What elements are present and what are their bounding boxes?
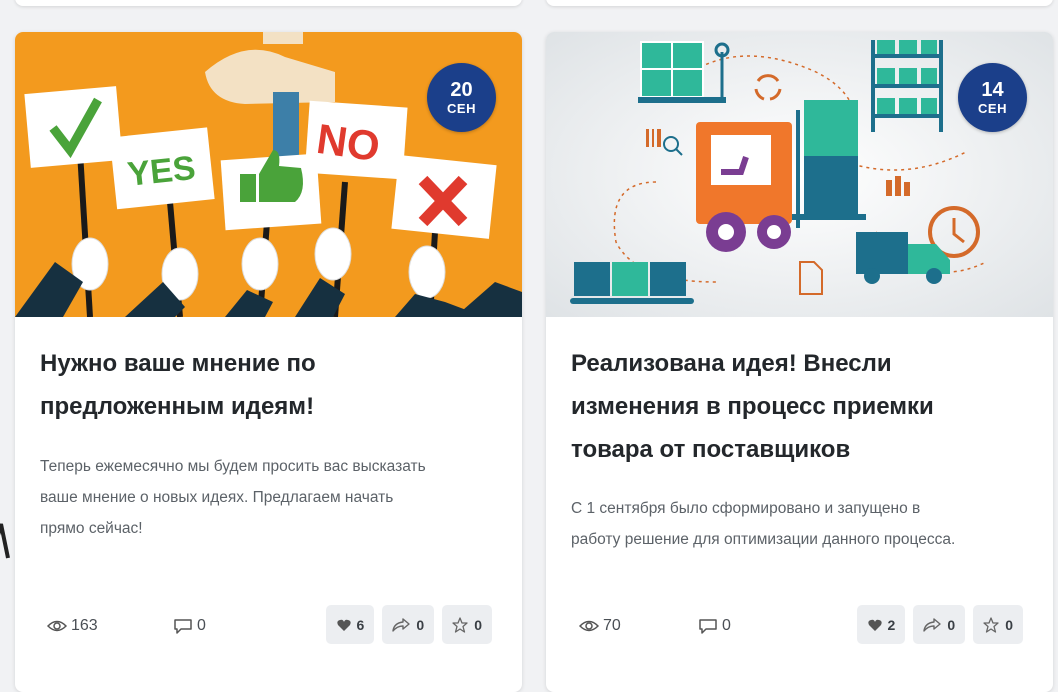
favorites-count: 0 (1005, 616, 1013, 633)
card-actions: 2 0 0 (857, 605, 1023, 644)
eye-icon (47, 620, 67, 632)
card-image-warehouse[interactable]: 14 СЕН (546, 32, 1053, 317)
news-card[interactable]: 14 СЕН Реализована идея! Внесли изменени… (546, 32, 1053, 692)
date-month: СЕН (978, 101, 1007, 116)
card-title-line: изменения в процесс приемки (571, 393, 934, 420)
likes-count: 6 (356, 616, 365, 633)
card-excerpt: Теперь ежемесячно мы будем просить вас в… (40, 451, 497, 544)
card-actions: 6 0 0 (326, 605, 492, 644)
news-card[interactable]: YES NO 20 СЕН Нужно ваше мнение по предл… (15, 32, 522, 692)
heart-icon (867, 619, 882, 631)
comments-stat[interactable]: 0 (698, 615, 731, 637)
shares-count: 0 (416, 616, 425, 633)
card-title-line: Нужно ваше мнение по (40, 350, 316, 377)
star-icon (983, 616, 999, 633)
date-day: 14 (981, 79, 1004, 101)
date-badge: 14 СЕН (958, 63, 1027, 132)
favorite-button[interactable]: 0 (973, 605, 1023, 644)
carousel-arrow-fragment[interactable] (0, 520, 10, 560)
card-excerpt-line: С 1 сентября было сформировано и запущен… (571, 500, 921, 517)
share-button[interactable]: 0 (382, 605, 435, 644)
comments-stat[interactable]: 0 (173, 615, 206, 637)
card-excerpt-line: Теперь ежемесячно мы будем просить вас в… (40, 458, 426, 475)
card-excerpt: С 1 сентября было сформировано и запущен… (571, 493, 1028, 555)
views-stat: 70 (579, 615, 621, 637)
views-count: 70 (603, 617, 621, 634)
comment-icon (699, 619, 717, 634)
card-title[interactable]: Реализована идея! Внесли изменения в про… (571, 342, 1028, 471)
previous-card-bottom (546, 0, 1053, 6)
card-excerpt-line: ваше мнение о новых идеях. Предлагаем на… (40, 489, 394, 506)
views-count: 163 (71, 617, 98, 634)
date-day: 20 (450, 79, 473, 101)
like-button[interactable]: 2 (857, 605, 906, 644)
card-excerpt-line: прямо сейчас! (40, 520, 143, 537)
previous-card-bottom (15, 0, 522, 6)
comments-count: 0 (197, 617, 206, 634)
card-excerpt-line: работу решение для оптимизации данного п… (571, 531, 956, 548)
views-stat: 163 (47, 615, 98, 637)
card-title-line: предложенным идеям! (40, 393, 315, 420)
comments-count: 0 (722, 617, 731, 634)
card-title[interactable]: Нужно ваше мнение по предложенным идеям! (40, 342, 497, 428)
favorite-button[interactable]: 0 (442, 605, 492, 644)
comment-icon (174, 619, 192, 634)
star-icon (452, 616, 468, 633)
share-button[interactable]: 0 (913, 605, 966, 644)
like-button[interactable]: 6 (326, 605, 375, 644)
card-title-line: Реализована идея! Внесли (571, 350, 892, 377)
eye-icon (579, 620, 599, 632)
card-title-line: товара от поставщиков (571, 436, 851, 463)
date-badge: 20 СЕН (427, 63, 496, 132)
card-image-ideas[interactable]: YES NO 20 СЕН (15, 32, 522, 317)
date-month: СЕН (447, 101, 476, 116)
favorites-count: 0 (474, 616, 482, 633)
sign-yes: YES (126, 149, 198, 194)
shares-count: 0 (947, 616, 956, 633)
heart-icon (336, 619, 351, 631)
likes-count: 2 (887, 616, 896, 633)
sign-no: NO (314, 115, 383, 170)
share-icon (392, 617, 411, 632)
share-icon (923, 617, 942, 632)
